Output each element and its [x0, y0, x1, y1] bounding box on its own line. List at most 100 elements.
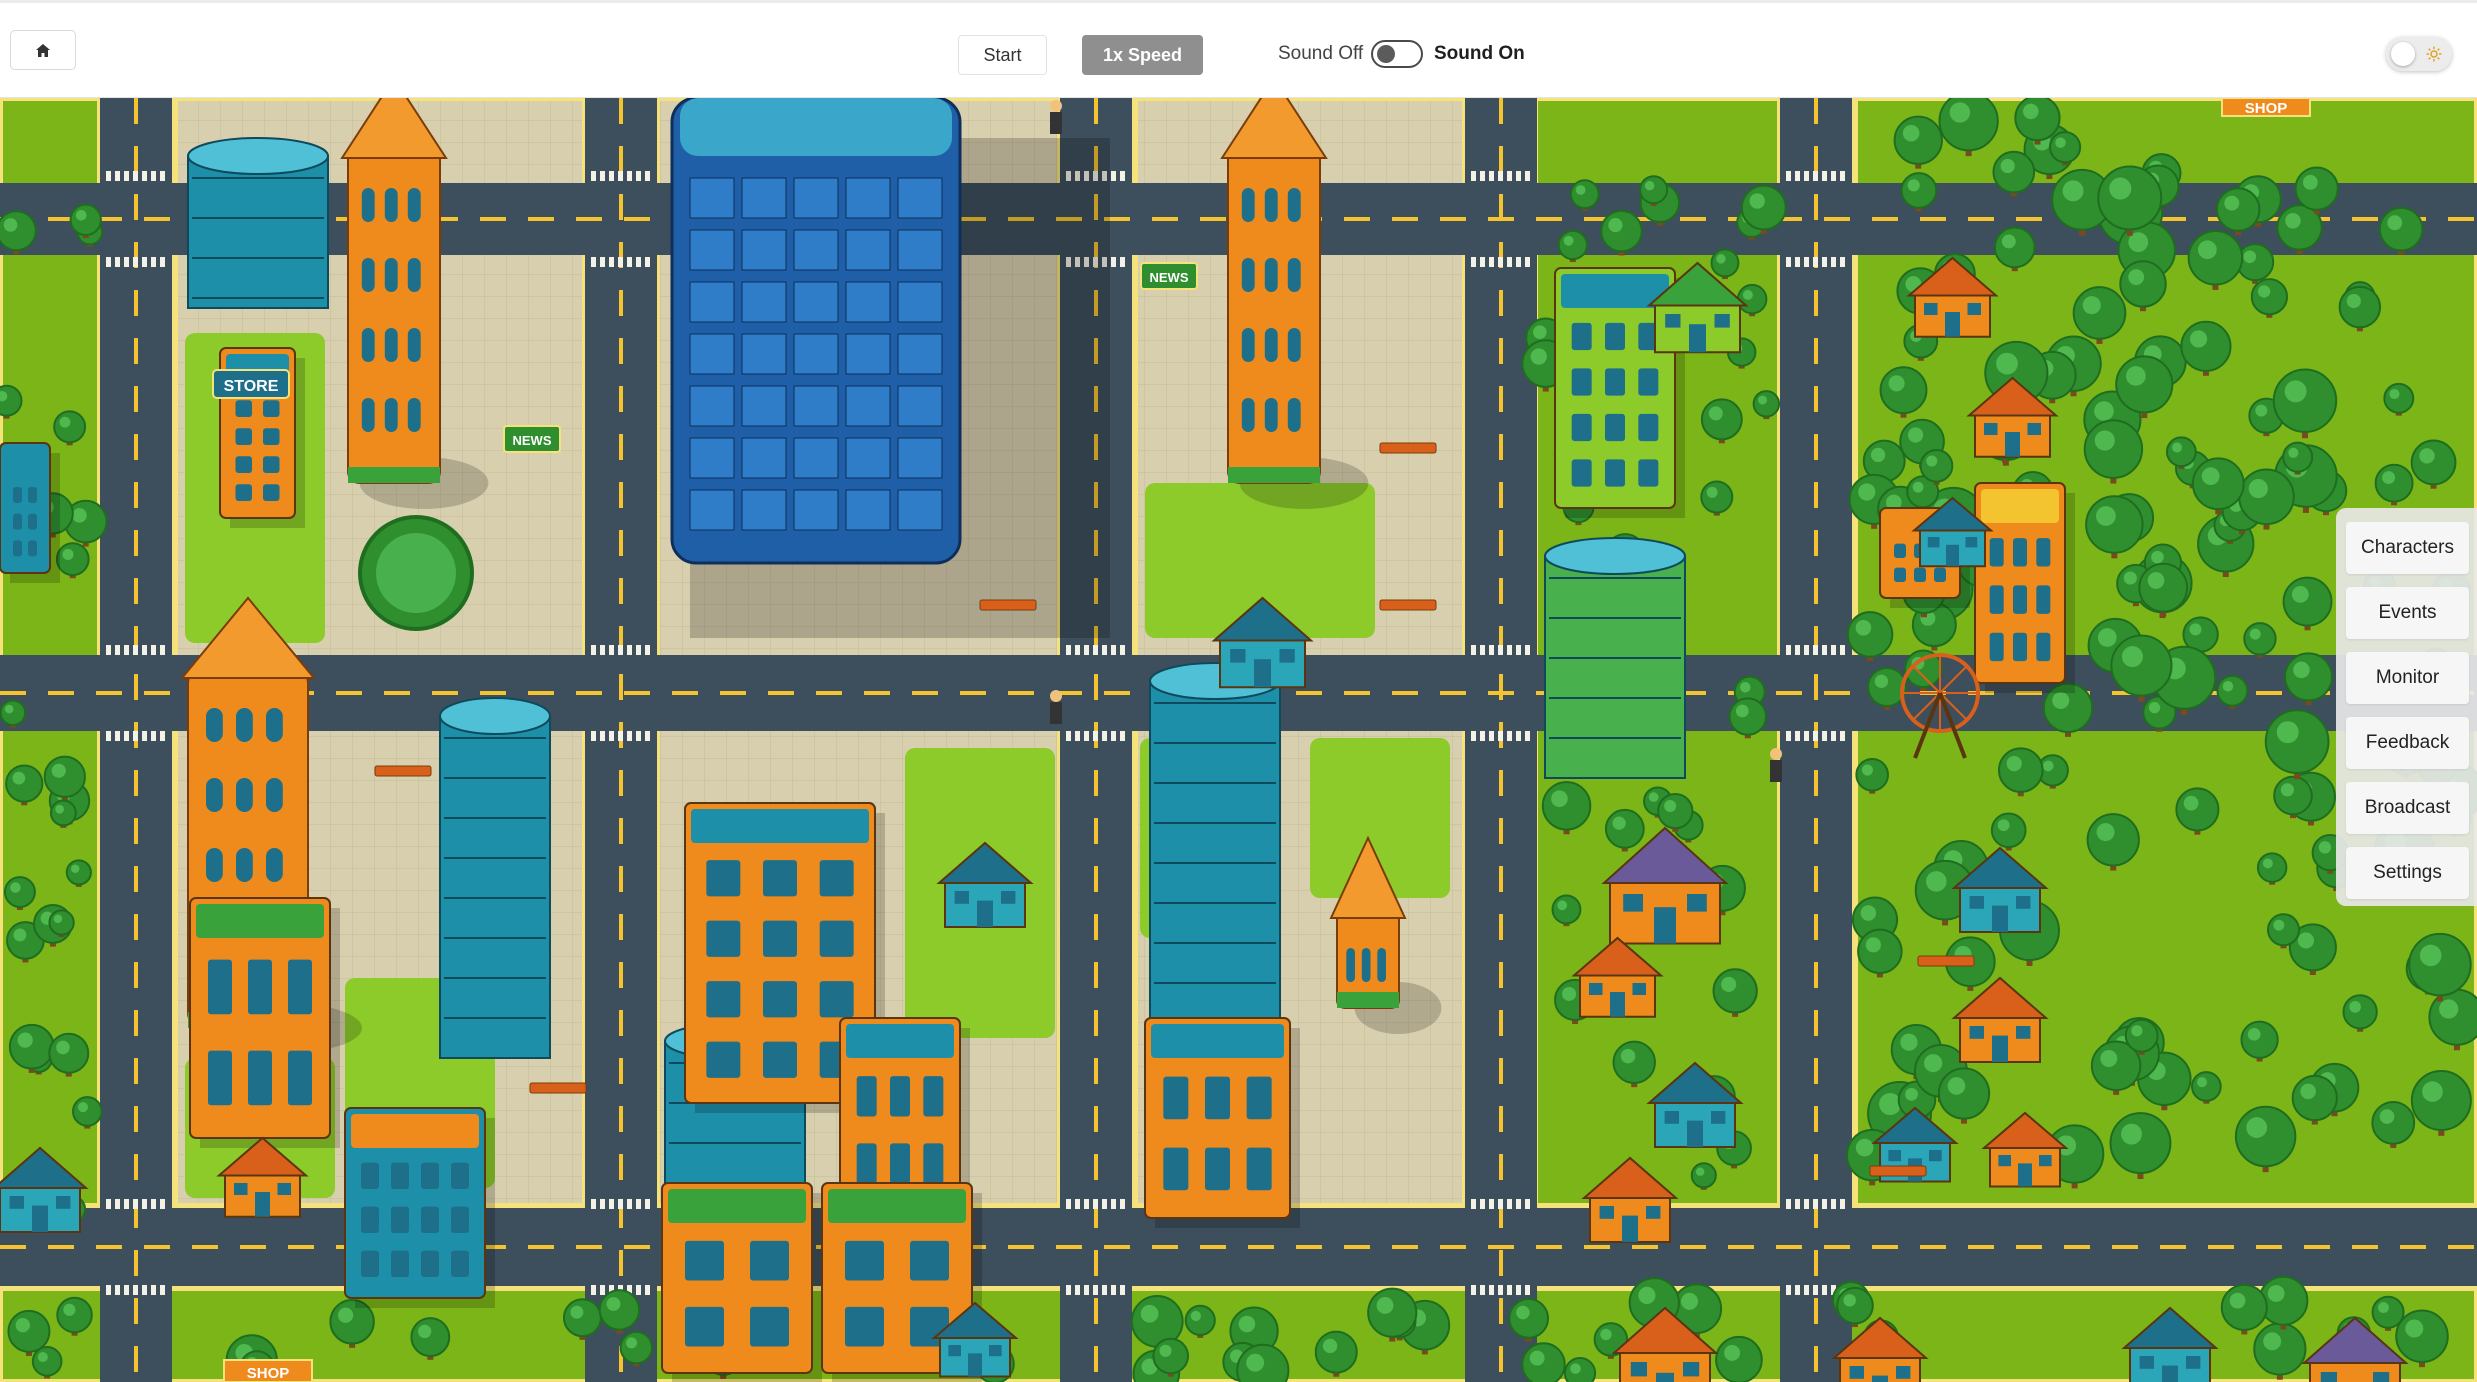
building-window [763, 1041, 797, 1078]
feedback-button[interactable]: Feedback [2346, 717, 2469, 769]
crosswalk-stripe [618, 1199, 623, 1209]
crosswalk-stripe [160, 257, 165, 267]
tree-highlight [10, 882, 21, 893]
tree-highlight [2097, 628, 2117, 647]
house-window [1969, 896, 1984, 909]
round-building [439, 697, 551, 1059]
building-window [235, 456, 252, 473]
tree-highlight [1648, 792, 1659, 802]
tower-window [1264, 188, 1278, 222]
tower-base [348, 467, 440, 483]
tree-highlight [2387, 215, 2403, 231]
events-button[interactable]: Events [2346, 587, 2469, 639]
tree-crown [72, 1096, 103, 1127]
tree-highlight [2382, 471, 2396, 485]
crosswalk-stripe [1507, 645, 1512, 655]
building-window [28, 540, 37, 557]
svg-text:NEWS: NEWS [1150, 270, 1189, 285]
crosswalk-stripe [106, 257, 111, 267]
tree-highlight [15, 1318, 30, 1333]
crosswalk-stripe [1822, 1199, 1827, 1209]
tree-highlight [1735, 704, 1749, 718]
crosswalk-stripe [627, 731, 632, 741]
house-window [1967, 303, 1981, 315]
house-door [1946, 544, 1959, 567]
crosswalk-stripe [1831, 1199, 1836, 1209]
crosswalk-stripe [1525, 1199, 1530, 1209]
broadcast-button[interactable]: Broadcast [2346, 782, 2469, 834]
tree-highlight [1947, 1077, 1966, 1095]
crosswalk-stripe [1480, 645, 1485, 655]
building-window [28, 487, 37, 503]
city-map[interactable]: STORE NEWS NEWS SHOP SHOP [0, 98, 2477, 1382]
theme-toggle[interactable] [2386, 37, 2452, 71]
tree-highlight [2422, 1081, 2443, 1102]
sound-toggle[interactable] [1371, 40, 1423, 68]
house-window [954, 891, 969, 904]
tree-highlight [2257, 285, 2271, 298]
crosswalk-stripe [151, 1199, 156, 1209]
tree-crown [1893, 115, 1943, 165]
tree-highlight [3, 218, 18, 232]
tree-crown [1600, 209, 1643, 253]
start-button[interactable]: Start [958, 35, 1047, 75]
tree-crown [2215, 187, 2261, 232]
crosswalk-stripe [133, 1199, 138, 1209]
building-roof [846, 1024, 954, 1058]
crosswalk-stripe [1831, 257, 1836, 267]
tree-crown [1992, 150, 2036, 194]
crosswalk-stripe [636, 257, 641, 267]
crosswalk-stripe [600, 731, 605, 741]
character [1050, 690, 1062, 724]
tree-highlight [2284, 380, 2307, 403]
tree-crown [1690, 1162, 1717, 1189]
character [1050, 100, 1062, 134]
speed-button[interactable]: 1x Speed [1082, 35, 1203, 75]
tree-crown [1521, 1342, 1566, 1382]
house-window [1664, 1111, 1679, 1124]
skyscraper-window [793, 489, 839, 531]
tower-window [361, 188, 375, 222]
crosswalk-stripe [645, 731, 650, 741]
tower-window [1287, 328, 1301, 362]
house-door [2005, 432, 2020, 457]
tree-crown [2395, 1309, 2449, 1363]
crosswalk-stripe [133, 645, 138, 655]
crosswalk-stripe [1066, 1199, 1071, 1209]
crosswalk-stripe [1066, 731, 1071, 741]
monitor-button[interactable]: Monitor [2346, 652, 2469, 704]
tree-crown [1919, 448, 1954, 483]
tree-crown [1710, 248, 1740, 278]
building-window [819, 981, 854, 1018]
tree-crown [1367, 1287, 1418, 1338]
crosswalk-stripe [1786, 257, 1791, 267]
tree-crown [56, 1296, 93, 1334]
tree-highlight [2096, 506, 2116, 526]
tree-crown [2165, 436, 2197, 468]
tree-highlight [1246, 1353, 1265, 1372]
crosswalk-stripe [636, 1199, 641, 1209]
home-button[interactable] [10, 30, 76, 70]
crosswalk-stripe [1795, 645, 1800, 655]
tree-highlight [1644, 180, 1655, 191]
tree-highlight [1996, 352, 2018, 375]
building-window [1989, 632, 2004, 662]
tree-crown [1657, 792, 1694, 830]
tree-crown [2383, 382, 2415, 414]
city-map-canvas[interactable]: STORE NEWS NEWS SHOP SHOP [0, 98, 2477, 1382]
crosswalk-stripe [1786, 645, 1791, 655]
tree-highlight [2006, 755, 2022, 772]
settings-button[interactable]: Settings [2346, 847, 2469, 899]
crosswalk-stripe [160, 1199, 165, 1209]
crosswalk-stripe [1840, 731, 1845, 741]
crosswalk-stripe [600, 645, 605, 655]
tree-crown [1836, 1286, 1874, 1325]
characters-button[interactable]: Characters [2346, 522, 2469, 574]
building [344, 1107, 495, 1308]
crosswalk-stripe [645, 171, 650, 181]
svg-text:NEWS: NEWS [513, 433, 552, 448]
building-window [235, 400, 252, 417]
tree-crown [5, 764, 44, 803]
tree-crown [2238, 468, 2295, 526]
tower-window [384, 398, 398, 432]
